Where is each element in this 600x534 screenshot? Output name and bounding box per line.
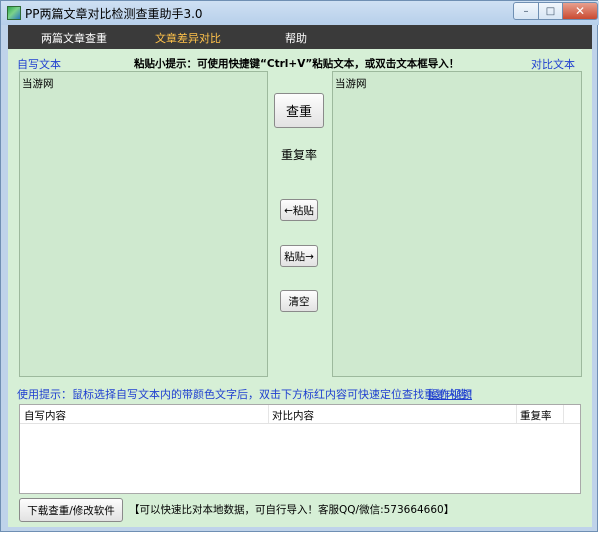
app-logo-icon xyxy=(7,6,21,20)
tab-article-diff[interactable]: 文章差异对比 xyxy=(155,30,221,46)
compare-text-label: 对比文本 xyxy=(531,58,575,71)
menu-bar: 两篇文章查重 文章差异对比 帮助 xyxy=(8,25,592,49)
window-title: PP两篇文章对比检测查重助手3.0 xyxy=(25,7,203,21)
column-own-content[interactable]: 自写内容 xyxy=(24,408,66,423)
usage-hint: 使用提示：鼠标选择自写文本内的带颜色文字后，双击下方标红内容可快速定位查找重复内… xyxy=(17,388,479,401)
main-panel: 自写文本 粘贴小提示：可使用快捷键“Ctrl+V”粘贴文本，或双击文本框导入！ … xyxy=(8,49,592,527)
tutorial-video-link[interactable]: 操作视频 xyxy=(428,386,472,402)
check-button[interactable]: 查重 xyxy=(274,93,324,128)
maximize-button[interactable]: □ xyxy=(538,2,563,20)
column-divider xyxy=(516,405,517,423)
contact-info: 【可以快速比对本地数据，可自行导入！客服QQ/微信:573664660】 xyxy=(129,504,455,516)
tab-two-article-check[interactable]: 两篇文章查重 xyxy=(41,30,107,46)
clear-button[interactable]: 清空 xyxy=(280,290,318,312)
paste-right-button[interactable]: 粘贴→ xyxy=(280,245,318,267)
title-bar: PP两篇文章对比检测查重助手3.0 – □ ✕ xyxy=(1,1,599,25)
own-text-label: 自写文本 xyxy=(17,58,61,71)
duplicate-rate-label: 重复率 xyxy=(281,148,318,162)
result-table[interactable]: 自写内容 对比内容 重复率 xyxy=(19,404,581,494)
compare-text-area[interactable]: 当游网 xyxy=(332,71,582,377)
own-text-area[interactable]: 当游网 xyxy=(19,71,268,377)
minimize-button[interactable]: – xyxy=(513,2,539,20)
tab-help[interactable]: 帮助 xyxy=(285,30,307,46)
column-compare-content[interactable]: 对比内容 xyxy=(272,408,314,423)
table-scroll-corner xyxy=(563,405,580,423)
column-divider xyxy=(268,405,269,423)
app-window: PP两篇文章对比检测查重助手3.0 – □ ✕ 两篇文章查重 文章差异对比 帮助… xyxy=(0,0,599,532)
paste-left-button[interactable]: ←粘贴 xyxy=(280,199,318,221)
paste-hint: 粘贴小提示：可使用快捷键“Ctrl+V”粘贴文本，或双击文本框导入！ xyxy=(134,58,460,70)
table-header: 自写内容 对比内容 重复率 xyxy=(20,405,580,424)
download-software-button[interactable]: 下载查重/修改软件 xyxy=(19,498,123,522)
close-button[interactable]: ✕ xyxy=(562,2,598,20)
column-duplicate-rate[interactable]: 重复率 xyxy=(520,408,552,423)
